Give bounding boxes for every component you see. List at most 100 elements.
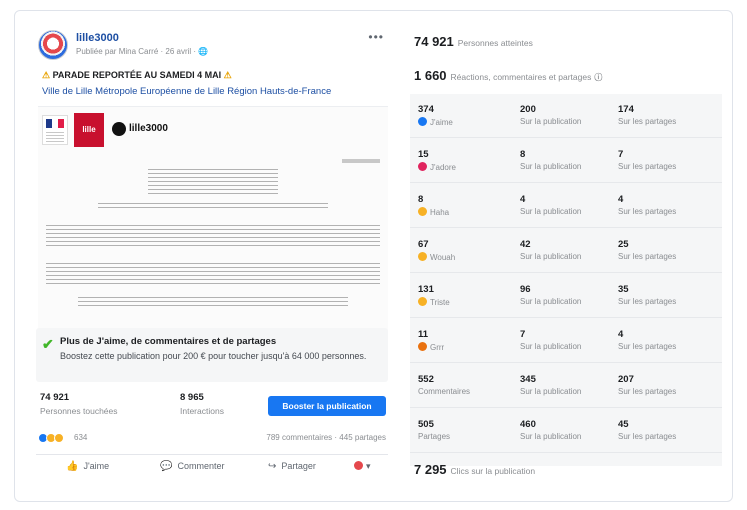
reaction-label: Wouah (430, 253, 456, 262)
prefecture-logo (42, 115, 68, 145)
interactions-stat-value: 8 965 (180, 392, 204, 403)
total-value: 67 (418, 239, 429, 250)
chevron-down-icon: ▾ (366, 461, 371, 471)
on-shares-label: Sur les partages (618, 162, 677, 171)
boost-title: Plus de J'aime, de commentaires et de pa… (60, 336, 277, 347)
page-selector-button[interactable]: ▾ (354, 461, 371, 472)
reaction-label: Haha (430, 208, 450, 217)
on-shares-cell: 4 Sur les partages (618, 194, 676, 216)
reaction-type: Partages (418, 432, 450, 441)
avatar[interactable] (38, 30, 68, 60)
on-shares-value: 174 (618, 104, 634, 115)
lille-logo: lille (74, 113, 104, 147)
on-shares-label: Sur les partages (618, 432, 677, 441)
total-cell: 552 Commentaires (418, 374, 470, 396)
more-options-icon[interactable]: ••• (368, 30, 384, 44)
on-shares-label: Sur les partages (618, 252, 677, 261)
on-post-label: Sur la publication (520, 432, 582, 441)
total-cell: 11 Grrr (418, 329, 444, 352)
love-reaction-icon (418, 162, 427, 171)
on-post-label: Sur la publication (520, 342, 582, 351)
reaction-type: Haha (418, 207, 449, 217)
on-shares-value: 35 (618, 284, 629, 295)
engagement-label: Réactions, commentaires et partages (450, 72, 592, 82)
on-post-label: Sur la publication (520, 207, 582, 216)
doc-subject-text (98, 203, 328, 209)
like-label: J'aime (83, 461, 110, 471)
reaction-label: Triste (430, 298, 450, 307)
reaction-type: J'aime (418, 117, 453, 127)
share-button[interactable]: ↪ Partager (268, 461, 316, 472)
engagement-value: 1 660 (414, 68, 447, 83)
warning-icon: ⚠ (223, 70, 232, 80)
reaction-type: J'adore (418, 162, 456, 172)
press-release-image[interactable]: lille lille3000 (38, 106, 388, 346)
page-name-link[interactable]: lille3000 (76, 32, 119, 44)
reaction-label: J'adore (430, 163, 456, 172)
on-post-label: Sur la publication (520, 297, 582, 306)
boost-post-button[interactable]: Booster la publication (268, 396, 386, 416)
sad-reaction-icon (54, 433, 64, 443)
boost-description: Boostez cette publication pour 200 € pou… (60, 351, 367, 361)
on-post-cell: 42 Sur la publication (520, 239, 581, 261)
reaction-label: Commentaires (418, 387, 471, 396)
total-cell: 8 Haha (418, 194, 449, 217)
table-row: 374 J'aime 200 Sur la publication 174 Su… (410, 96, 722, 138)
reach-summary: 74 921 Personnes atteintes (414, 34, 533, 49)
reaction-label: Grrr (430, 343, 445, 352)
on-post-value: 7 (520, 329, 526, 340)
doc-brand: lille3000 (129, 123, 168, 134)
post-header: lille3000 Publiée par Mina Carré · 26 av… (36, 26, 388, 62)
tagged-pages-link[interactable]: Ville de Lille Métropole Européenne de L… (42, 86, 331, 97)
reaction-label: Partages (418, 432, 451, 441)
on-post-value: 42 (520, 239, 531, 250)
on-shares-cell: 45 Sur les partages (618, 419, 676, 441)
like-button[interactable]: 👍 J'aime (66, 461, 109, 472)
doc-date (342, 159, 380, 163)
table-row: 15 J'adore 8 Sur la publication 7 Sur le… (410, 141, 722, 183)
share-label: Partager (281, 461, 316, 471)
on-shares-cell: 7 Sur les partages (618, 149, 676, 171)
total-value: 11 (418, 329, 429, 340)
info-icon[interactable]: ⓘ (594, 73, 602, 82)
lille3000-logo-icon (112, 122, 126, 136)
total-value: 552 (418, 374, 434, 385)
total-value: 8 (418, 194, 424, 205)
reactions-summary[interactable]: 634 789 commentaires · 445 partages (38, 431, 388, 445)
like-reaction-icon (418, 117, 427, 126)
angry-reaction-icon (418, 342, 427, 351)
reach-label: Personnes atteintes (457, 38, 533, 48)
comment-button[interactable]: 💬 Commenter (160, 461, 224, 472)
comment-label: Commenter (177, 461, 225, 471)
total-cell: 505 Partages (418, 419, 450, 441)
wow-reaction-icon (418, 252, 427, 261)
engagement-breakdown-table: 374 J'aime 200 Sur la publication 174 Su… (410, 94, 722, 466)
total-value: 15 (418, 149, 429, 160)
total-value: 131 (418, 284, 434, 295)
on-post-cell: 96 Sur la publication (520, 284, 581, 306)
table-row: 505 Partages 460 Sur la publication 45 S… (410, 411, 722, 453)
on-shares-cell: 207 Sur les partages (618, 374, 676, 396)
comments-shares-summary[interactable]: 789 commentaires · 445 partages (266, 433, 386, 442)
on-post-cell: 200 Sur la publication (520, 104, 581, 126)
table-row: 11 Grrr 7 Sur la publication 4 Sur les p… (410, 321, 722, 363)
post-meta: Publiée par Mina Carré · 26 avril · 🌐 (76, 47, 209, 56)
table-row: 131 Triste 96 Sur la publication 35 Sur … (410, 276, 722, 318)
reaction-type: Wouah (418, 252, 455, 262)
table-row: 67 Wouah 42 Sur la publication 25 Sur le… (410, 231, 722, 273)
reaction-count: 634 (74, 433, 88, 442)
on-shares-value: 7 (618, 149, 624, 160)
on-shares-value: 207 (618, 374, 634, 385)
engagement-summary: 1 660 Réactions, commentaires et partages… (414, 68, 602, 83)
total-value: 505 (418, 419, 434, 430)
on-shares-cell: 25 Sur les partages (618, 239, 676, 261)
on-post-cell: 7 Sur la publication (520, 329, 581, 351)
sad-reaction-icon (418, 297, 427, 306)
on-post-cell: 345 Sur la publication (520, 374, 581, 396)
total-value: 374 (418, 104, 434, 115)
doc-paragraph-1 (46, 225, 380, 249)
reaction-label: J'aime (430, 118, 453, 127)
on-shares-label: Sur les partages (618, 207, 677, 216)
on-post-label: Sur la publication (520, 117, 582, 126)
doc-paragraph-2 (46, 263, 380, 287)
